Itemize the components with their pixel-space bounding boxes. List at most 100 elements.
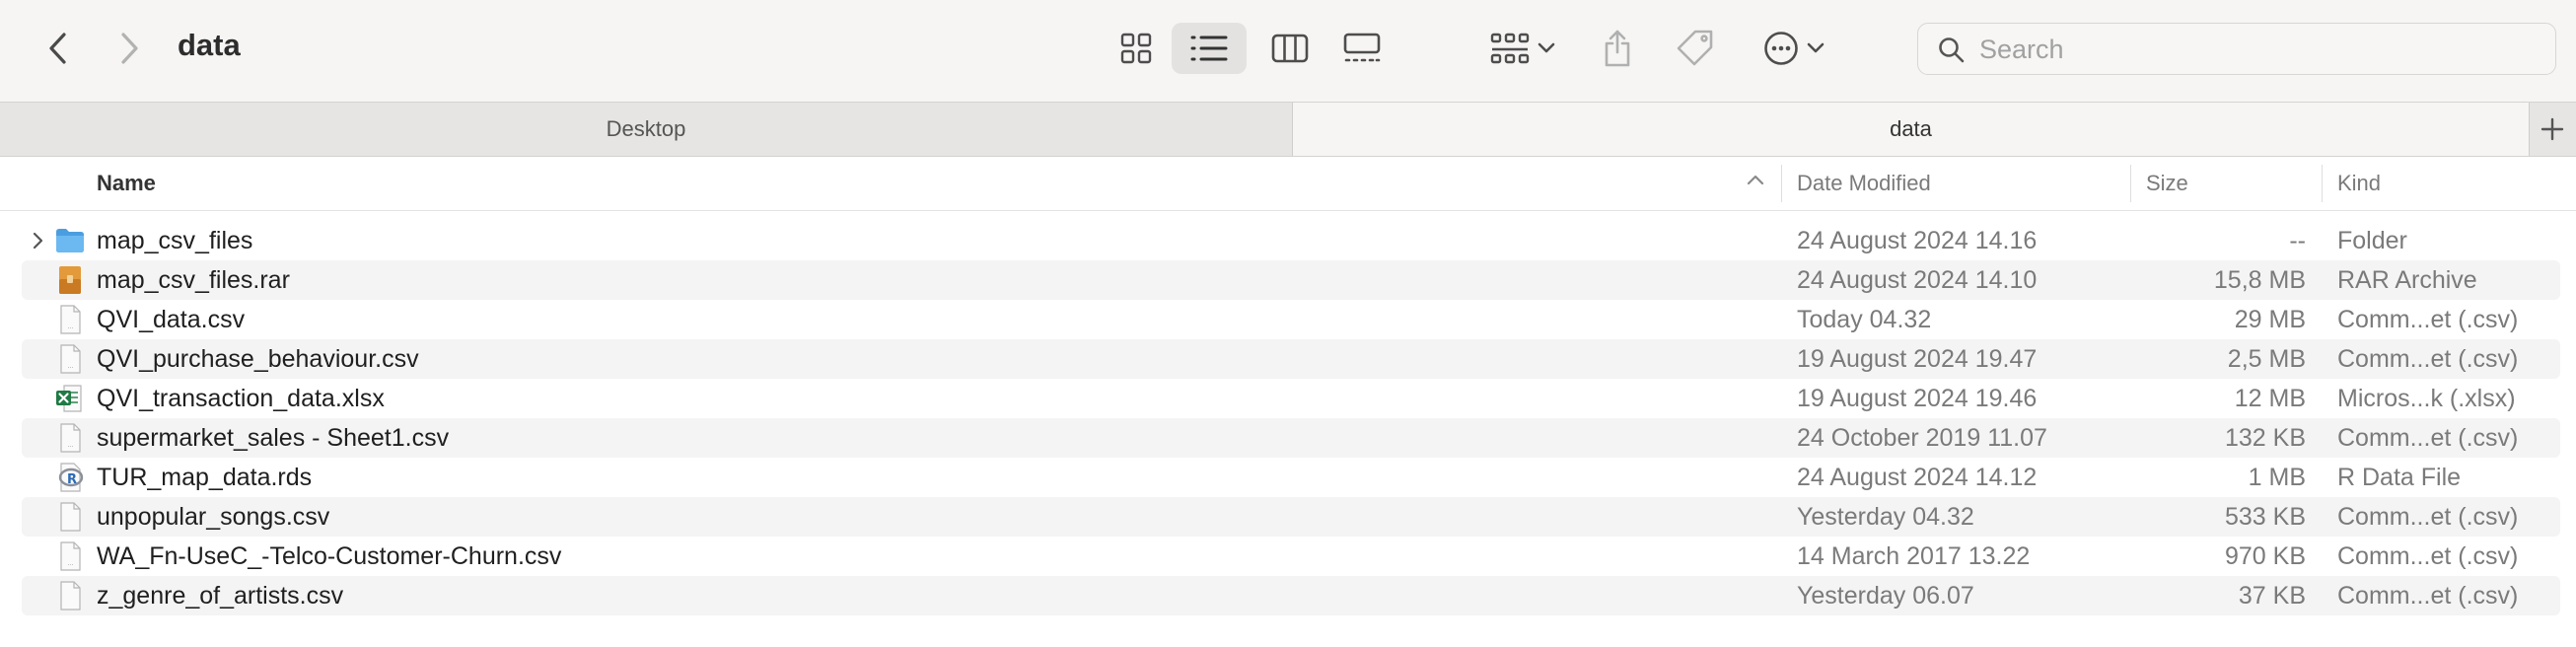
file-kind: Comm...et (.csv) [2337,582,2519,610]
new-tab-button[interactable] [2529,103,2576,156]
file-name: TUR_map_data.rds [97,464,313,491]
file-date: Yesterday 04.32 [1797,503,1974,531]
rds-file-icon: R [58,463,84,492]
window-title: data [178,28,241,62]
file-name: WA_Fn-UseC_-Telco-Customer-Churn.csv [97,542,562,570]
tab-bar: Desktop data [0,102,2576,157]
search-icon [1939,37,1965,63]
folder-icon [56,229,84,252]
file-row[interactable]: ... WA_Fn-UseC_-Telco-Customer-Churn.csv… [22,537,2560,576]
search-input[interactable] [1977,30,2534,69]
csv-file-icon: ... [60,344,81,374]
file-date: Today 04.32 [1797,306,1932,333]
finder-toolbar: data [0,0,2576,102]
column-header: Name Date Modified Size Kind [0,157,2576,211]
file-name: QVI_purchase_behaviour.csv [97,345,419,373]
file-size: -- [2289,227,2306,254]
csv-file-icon [60,581,81,611]
group-grid-icon [1490,33,1530,64]
file-date: Yesterday 06.07 [1797,582,1974,610]
file-date: 24 August 2024 14.10 [1797,266,2038,294]
csv-file-icon: ... [60,423,81,453]
file-row[interactable]: map_csv_files 24 August 2024 14.16 -- Fo… [22,221,2560,260]
file-size: 2,5 MB [2227,345,2306,373]
file-name: z_genre_of_artists.csv [97,582,344,610]
file-name: QVI_transaction_data.xlsx [97,385,385,412]
svg-text:...: ... [68,324,74,330]
name-column-header[interactable]: Name [97,157,156,210]
tab-desktop[interactable]: Desktop [0,103,1292,156]
forward-button[interactable] [105,22,154,75]
date-column-header[interactable]: Date Modified [1797,157,1931,210]
file-size: 15,8 MB [2213,266,2306,294]
plus-icon [2540,117,2564,141]
back-button[interactable] [34,22,83,75]
file-row[interactable]: z_genre_of_artists.csv Yesterday 06.07 3… [22,576,2560,615]
file-row[interactable]: QVI_transaction_data.xlsx 19 August 2024… [22,379,2560,418]
tag-icon [1677,30,1713,66]
csv-file-icon [60,502,81,532]
file-date: 24 August 2024 14.12 [1797,464,2038,491]
file-kind: Comm...et (.csv) [2337,542,2519,570]
file-size: 29 MB [2234,306,2306,333]
file-kind: Comm...et (.csv) [2337,424,2519,452]
column-separator[interactable] [2322,165,2323,202]
file-kind: RAR Archive [2337,266,2477,294]
file-row[interactable]: ... QVI_data.csv Today 04.32 29 MB Comm.… [22,300,2560,339]
file-name: map_csv_files [97,227,253,254]
file-kind: Comm...et (.csv) [2337,345,2519,373]
column-separator[interactable] [2130,165,2131,202]
columns-icon [1271,34,1309,63]
csv-file-icon: ... [60,305,81,334]
list-view-button[interactable] [1172,23,1247,74]
column-view-button[interactable] [1266,23,1314,74]
file-row[interactable]: map_csv_files.rar 24 August 2024 14.10 1… [22,260,2560,300]
file-row[interactable]: R TUR_map_data.rds 24 August 2024 14.12 … [22,458,2560,497]
file-row[interactable]: unpopular_songs.csv Yesterday 04.32 533 … [22,497,2560,537]
file-name: QVI_data.csv [97,306,246,333]
file-kind: R Data File [2337,464,2462,491]
ellipsis-circle-icon [1764,32,1798,65]
chevron-down-icon [1807,42,1825,53]
grid-icon [1120,33,1152,64]
file-size: 12 MB [2234,385,2306,412]
file-size: 533 KB [2224,503,2306,531]
file-date: 24 August 2024 14.16 [1797,227,2038,254]
list-icon [1190,36,1228,61]
group-by-button[interactable] [1485,23,1560,74]
file-size: 132 KB [2224,424,2306,452]
file-date: 14 March 2017 13.22 [1797,542,2031,570]
excel-file-icon [56,385,82,412]
size-column-header[interactable]: Size [2146,157,2188,210]
file-name: unpopular_songs.csv [97,503,330,531]
share-button[interactable] [1596,20,1639,77]
gallery-icon [1343,33,1381,62]
more-actions-button[interactable] [1757,23,1830,74]
svg-text:...: ... [68,560,74,567]
tab-data[interactable]: data [1293,103,2529,156]
chevron-down-icon [1538,42,1555,53]
gallery-view-button[interactable] [1337,23,1387,74]
kind-column-header[interactable]: Kind [2337,157,2381,210]
chevron-right-icon [121,33,138,64]
svg-text:...: ... [68,442,74,449]
file-row[interactable]: ... QVI_purchase_behaviour.csv 19 August… [22,339,2560,379]
file-date: 19 August 2024 19.47 [1797,345,2038,373]
search-field[interactable] [1917,23,2556,75]
share-icon [1605,30,1630,67]
tag-button[interactable] [1673,23,1718,74]
file-size: 1 MB [2248,464,2306,491]
file-size: 37 KB [2238,582,2306,610]
file-kind: Comm...et (.csv) [2337,503,2519,531]
column-separator[interactable] [1781,165,1782,202]
file-date: 19 August 2024 19.46 [1797,385,2038,412]
disclosure-triangle-icon[interactable] [32,232,43,250]
file-kind: Comm...et (.csv) [2337,306,2519,333]
icon-view-button[interactable] [1114,23,1158,74]
file-row[interactable]: ... supermarket_sales - Sheet1.csv 24 Oc… [22,418,2560,458]
csv-file-icon: ... [60,541,81,571]
chevron-left-icon [49,33,66,64]
svg-text:...: ... [68,363,74,370]
file-kind: Micros...k (.xlsx) [2337,385,2516,412]
sort-ascending-icon[interactable] [1746,173,1765,186]
